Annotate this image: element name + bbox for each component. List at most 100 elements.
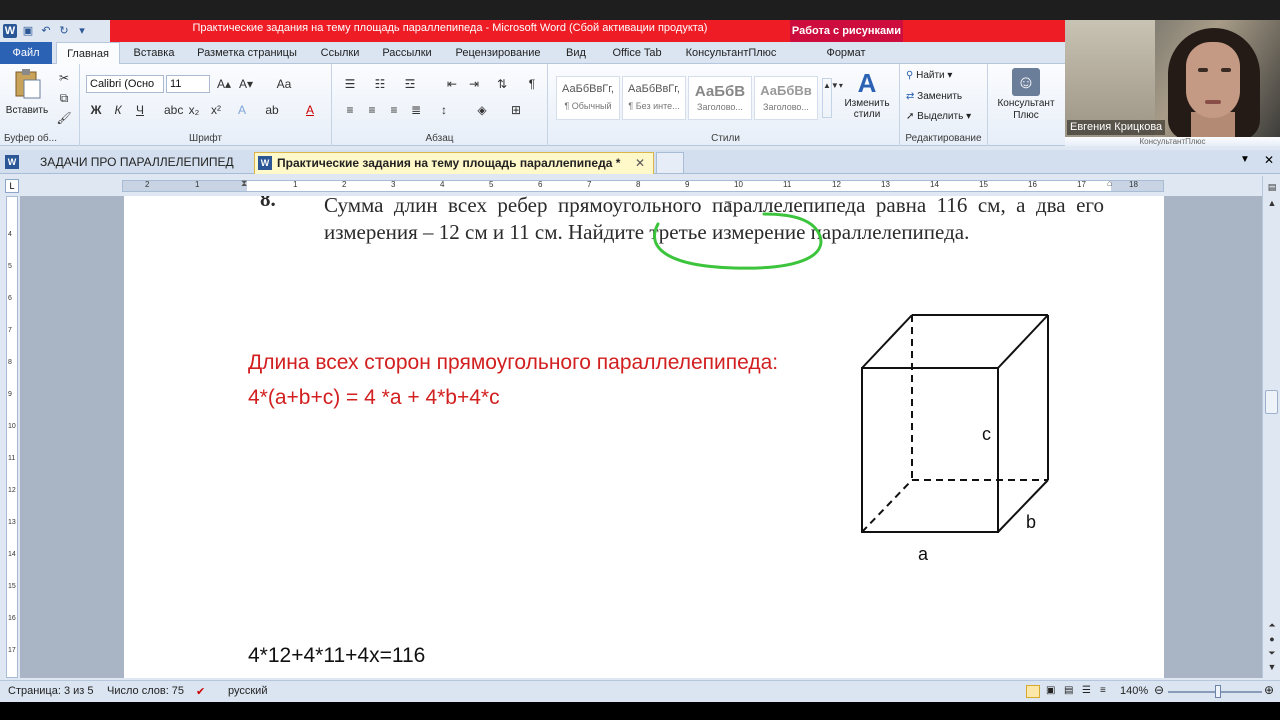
web-layout-icon[interactable]: ▤	[1064, 685, 1073, 696]
word-window: W ▣ ↶ ↻ ▾ Практические задания на тему п…	[0, 0, 1280, 720]
align-right-icon[interactable]: ≡	[386, 102, 402, 118]
sort-icon[interactable]: ⇅	[494, 76, 510, 92]
language-indicator[interactable]: русский	[228, 685, 267, 697]
shading-icon[interactable]: ◈	[474, 102, 490, 118]
zoom-out-icon[interactable]: ⊖	[1154, 683, 1164, 697]
font-name-combo[interactable]: Calibri (Осно	[86, 75, 164, 93]
group-label-editing: Редактирование	[905, 133, 982, 144]
consultant-icon: ☺	[1012, 68, 1040, 96]
context-tab-picture-tools[interactable]: Работа с рисунками	[790, 20, 903, 42]
show-marks-icon[interactable]: ¶	[524, 76, 540, 92]
document-page[interactable]: 8. Сумма длин всех ребер прямоугольного …	[124, 196, 1164, 678]
tab-view[interactable]: Вид	[558, 42, 594, 64]
shrink-font-icon[interactable]: A▾	[236, 76, 256, 92]
tab-home[interactable]: Главная	[56, 42, 120, 65]
underline-icon[interactable]: Ч	[132, 102, 148, 118]
outline-icon[interactable]: ☰	[1082, 685, 1091, 696]
tab-file[interactable]: Файл	[0, 42, 52, 64]
doc-tab-practical[interactable]: W Практические задания на тему площадь па…	[254, 152, 654, 174]
draft-icon[interactable]: ≡	[1100, 685, 1106, 696]
page-indicator[interactable]: Страница: 3 из 5	[8, 685, 94, 697]
group-styles: АаБбВвГг, ¶ Обычный АаБбВвГг, ¶ Без инте..…	[552, 64, 900, 146]
select-button[interactable]: ➚ Выделить ▾	[906, 111, 971, 122]
change-styles-button[interactable]: A Изменить стили	[838, 68, 896, 128]
scrollbar-thumb[interactable]	[1265, 390, 1278, 414]
italic-icon[interactable]: К	[110, 102, 126, 118]
close-doc-icon[interactable]: ✕	[1264, 153, 1274, 167]
new-tab-button[interactable]	[656, 152, 684, 174]
tab-list-icon[interactable]: ▼	[1240, 154, 1250, 165]
font-size-combo[interactable]: 11	[166, 75, 210, 93]
style-heading-1[interactable]: АаБбВ Заголово...	[688, 76, 752, 120]
font-color-icon[interactable]: A	[302, 102, 318, 118]
zoom-level[interactable]: 140%	[1120, 685, 1148, 697]
borders-icon[interactable]: ⊞	[508, 102, 524, 118]
increase-indent-icon[interactable]: ⇥	[466, 76, 482, 92]
subscript-icon[interactable]: x₂	[186, 102, 202, 118]
text-effects-icon[interactable]: A	[234, 102, 250, 118]
browse-object-icon[interactable]: ●	[1266, 634, 1278, 646]
justify-icon[interactable]: ≣	[408, 102, 424, 118]
replace-button[interactable]: ⇄ Заменить	[906, 91, 962, 102]
align-left-icon[interactable]: ≡	[342, 102, 358, 118]
vertical-ruler[interactable]: 4 5 6 7 8 9 10 11 12 13 14 15 16 17	[6, 196, 18, 678]
paste-button[interactable]: Вставить	[4, 68, 50, 124]
scroll-down-icon[interactable]: ▼	[1266, 662, 1278, 674]
strikethrough-icon[interactable]: abc	[164, 102, 183, 118]
numbering-icon[interactable]: ☷	[372, 76, 388, 92]
group-label-styles: Стили	[711, 133, 740, 144]
document-workspace: 8. Сумма длин всех ребер прямоугольного …	[20, 196, 1262, 678]
tab-consultant[interactable]: КонсультантПлюс	[680, 42, 782, 64]
styles-scroll-icon[interactable]: ▲▼▾	[822, 78, 843, 118]
group-clipboard: Вставить ✂ ⧉ 🖌 Буфер об...	[0, 64, 80, 146]
horizontal-ruler[interactable]: 2 1 ⧗ 1 2 3 4 5 6 7 8 9 10 11 12 13 14 1…	[122, 178, 1164, 192]
tab-format[interactable]: Формат	[800, 42, 892, 64]
next-page-icon[interactable]: ⏷	[1266, 648, 1278, 660]
style-normal[interactable]: АаБбВвГг, ¶ Обычный	[556, 76, 620, 120]
copy-icon[interactable]: ⧉	[56, 90, 72, 106]
superscript-icon[interactable]: x²	[208, 102, 224, 118]
zoom-in-icon[interactable]: ⊕	[1264, 683, 1274, 697]
clear-format-icon[interactable]: Aa	[274, 76, 294, 92]
consultant-button[interactable]: ☺ Консультант Плюс	[992, 68, 1060, 122]
tab-stop-selector[interactable]: L	[5, 179, 19, 193]
format-painter-icon[interactable]: 🖌	[56, 110, 72, 126]
bullets-icon[interactable]: ☰	[342, 76, 358, 92]
tab-office-tab[interactable]: Office Tab	[602, 42, 672, 64]
print-layout-icon[interactable]	[1026, 685, 1040, 698]
task-number: 8.	[260, 196, 276, 211]
close-tab-icon[interactable]: ✕	[635, 153, 645, 173]
undo-icon[interactable]: ↶	[39, 24, 53, 38]
grow-font-icon[interactable]: A▴	[214, 76, 234, 92]
tab-mailings[interactable]: Рассылки	[376, 42, 438, 64]
highlight-icon[interactable]: ab	[264, 102, 280, 118]
ruler-toggle-icon[interactable]: ▤	[1266, 182, 1278, 194]
redo-icon[interactable]: ↻	[57, 24, 71, 38]
decrease-indent-icon[interactable]: ⇤	[444, 76, 460, 92]
red-text-line-1: Длина всех сторон прямоугольного паралле…	[248, 351, 779, 374]
full-screen-icon[interactable]: ▣	[1046, 685, 1055, 696]
tab-insert[interactable]: Вставка	[126, 42, 182, 64]
tab-review[interactable]: Рецензирование	[446, 42, 550, 64]
bold-icon[interactable]: Ж	[88, 102, 104, 118]
zoom-slider-knob[interactable]	[1215, 685, 1221, 698]
line-spacing-icon[interactable]: ↕	[436, 102, 452, 118]
style-no-spacing[interactable]: АаБбВвГг, ¶ Без инте...	[622, 76, 686, 120]
vertical-scrollbar[interactable]: ▤ ▲ ⏶ ● ⏷ ▼	[1262, 176, 1280, 678]
tab-page-layout[interactable]: Разметка страницы	[190, 42, 304, 64]
multilevel-list-icon[interactable]: ☲	[402, 76, 418, 92]
style-heading-2[interactable]: АаБбВв Заголово...	[754, 76, 818, 120]
save-icon[interactable]: ▣	[21, 24, 35, 38]
tab-references[interactable]: Ссылки	[312, 42, 368, 64]
word-count[interactable]: Число слов: 75	[107, 685, 184, 697]
cut-icon[interactable]: ✂	[56, 70, 72, 86]
find-button[interactable]: ⚲ Найти ▾	[906, 70, 952, 81]
spellcheck-icon[interactable]: ✔	[196, 685, 205, 698]
prev-page-icon[interactable]: ⏶	[1266, 620, 1278, 632]
scroll-up-icon[interactable]: ▲	[1266, 198, 1278, 210]
text-cursor-icon: ⌶	[724, 198, 733, 214]
customize-qat-icon[interactable]: ▾	[75, 24, 89, 38]
word-logo-icon[interactable]: W	[3, 24, 17, 38]
doc-tab-tasks[interactable]: W ЗАДАЧИ ПРО ПАРАЛЛЕЛЕПИПЕД	[2, 152, 250, 174]
align-center-icon[interactable]: ≡	[364, 102, 380, 118]
